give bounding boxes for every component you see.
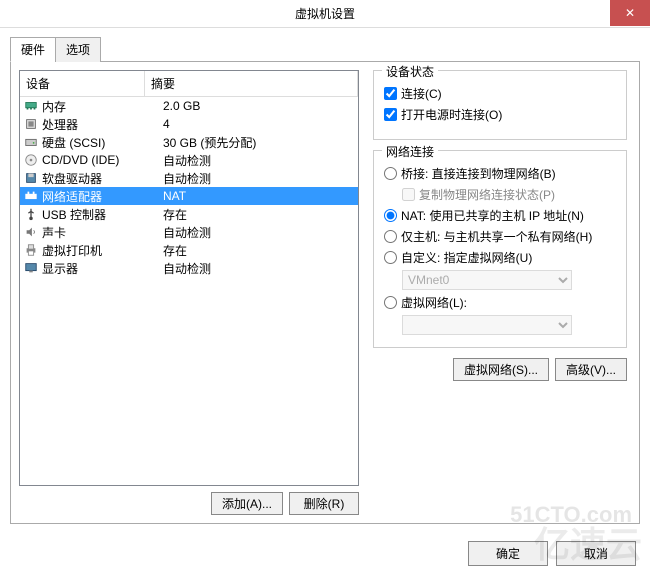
- device-row-printer[interactable]: 虚拟打印机存在: [20, 241, 358, 259]
- lanseg-label: 虚拟网络(L):: [401, 294, 467, 311]
- lanseg-select: [402, 315, 572, 335]
- network-connection-group: 网络连接 桥接: 直接连接到物理网络(B) 复制物理网络连接状态(P) NAT:…: [373, 150, 627, 348]
- memory-icon: [24, 99, 40, 113]
- sound-icon: [24, 225, 40, 239]
- close-button[interactable]: ✕: [610, 0, 650, 26]
- device-row-processor[interactable]: 处理器4: [20, 115, 358, 133]
- usb-icon: [24, 207, 40, 221]
- remove-button[interactable]: 删除(R): [289, 492, 359, 515]
- printer-icon: [24, 243, 40, 257]
- device-row-memory[interactable]: 内存2.0 GB: [20, 97, 358, 115]
- cd-icon: [24, 153, 40, 167]
- display-icon: [24, 261, 40, 275]
- device-row-sound[interactable]: 声卡自动检测: [20, 223, 358, 241]
- column-device[interactable]: 设备: [20, 71, 145, 96]
- replicate-checkbox: [402, 188, 415, 201]
- floppy-icon: [24, 171, 40, 185]
- window-title: 虚拟机设置: [295, 5, 355, 22]
- connected-checkbox[interactable]: [384, 87, 397, 100]
- network-icon: [24, 189, 40, 203]
- advanced-button[interactable]: 高级(V)...: [555, 358, 627, 381]
- nat-label: NAT: 使用已共享的主机 IP 地址(N): [401, 207, 584, 224]
- replicate-label: 复制物理网络连接状态(P): [419, 186, 555, 203]
- list-header: 设备 摘要: [20, 71, 358, 97]
- cancel-button[interactable]: 取消: [556, 541, 636, 566]
- device-row-floppy[interactable]: 软盘驱动器自动检测: [20, 169, 358, 187]
- network-title: 网络连接: [382, 143, 438, 160]
- tab-strip: 硬件 选项: [10, 36, 640, 62]
- device-row-harddisk[interactable]: 硬盘 (SCSI)30 GB (预先分配): [20, 133, 358, 151]
- lanseg-radio[interactable]: [384, 296, 397, 309]
- bridged-radio[interactable]: [384, 167, 397, 180]
- nat-radio[interactable]: [384, 209, 397, 222]
- hostonly-radio[interactable]: [384, 230, 397, 243]
- device-row-usb[interactable]: USB 控制器存在: [20, 205, 358, 223]
- device-list: 设备 摘要 内存2.0 GB 处理器4 硬盘 (SCSI)30 GB (预先分配…: [19, 70, 359, 486]
- vmnet-select: VMnet0: [402, 270, 572, 290]
- virtual-network-button[interactable]: 虚拟网络(S)...: [453, 358, 549, 381]
- device-state-group: 设备状态 连接(C) 打开电源时连接(O): [373, 70, 627, 140]
- connect-at-power-checkbox[interactable]: [384, 108, 397, 121]
- bridged-label: 桥接: 直接连接到物理网络(B): [401, 165, 556, 182]
- tab-options[interactable]: 选项: [55, 37, 101, 62]
- column-summary[interactable]: 摘要: [145, 71, 358, 96]
- hostonly-label: 仅主机: 与主机共享一个私有网络(H): [401, 228, 592, 245]
- ok-button[interactable]: 确定: [468, 541, 548, 566]
- connect-at-power-label: 打开电源时连接(O): [401, 106, 502, 123]
- device-row-display[interactable]: 显示器自动检测: [20, 259, 358, 277]
- device-row-network[interactable]: 网络适配器NAT: [20, 187, 358, 205]
- cpu-icon: [24, 117, 40, 131]
- custom-radio[interactable]: [384, 251, 397, 264]
- connected-label: 连接(C): [401, 85, 442, 102]
- title-bar: 虚拟机设置 ✕: [0, 0, 650, 28]
- tab-hardware[interactable]: 硬件: [10, 37, 56, 62]
- custom-label: 自定义: 指定虚拟网络(U): [401, 249, 532, 266]
- device-state-title: 设备状态: [382, 63, 438, 80]
- add-button[interactable]: 添加(A)...: [211, 492, 283, 515]
- hdd-icon: [24, 135, 40, 149]
- device-row-cddvd[interactable]: CD/DVD (IDE)自动检测: [20, 151, 358, 169]
- close-icon: ✕: [625, 6, 635, 20]
